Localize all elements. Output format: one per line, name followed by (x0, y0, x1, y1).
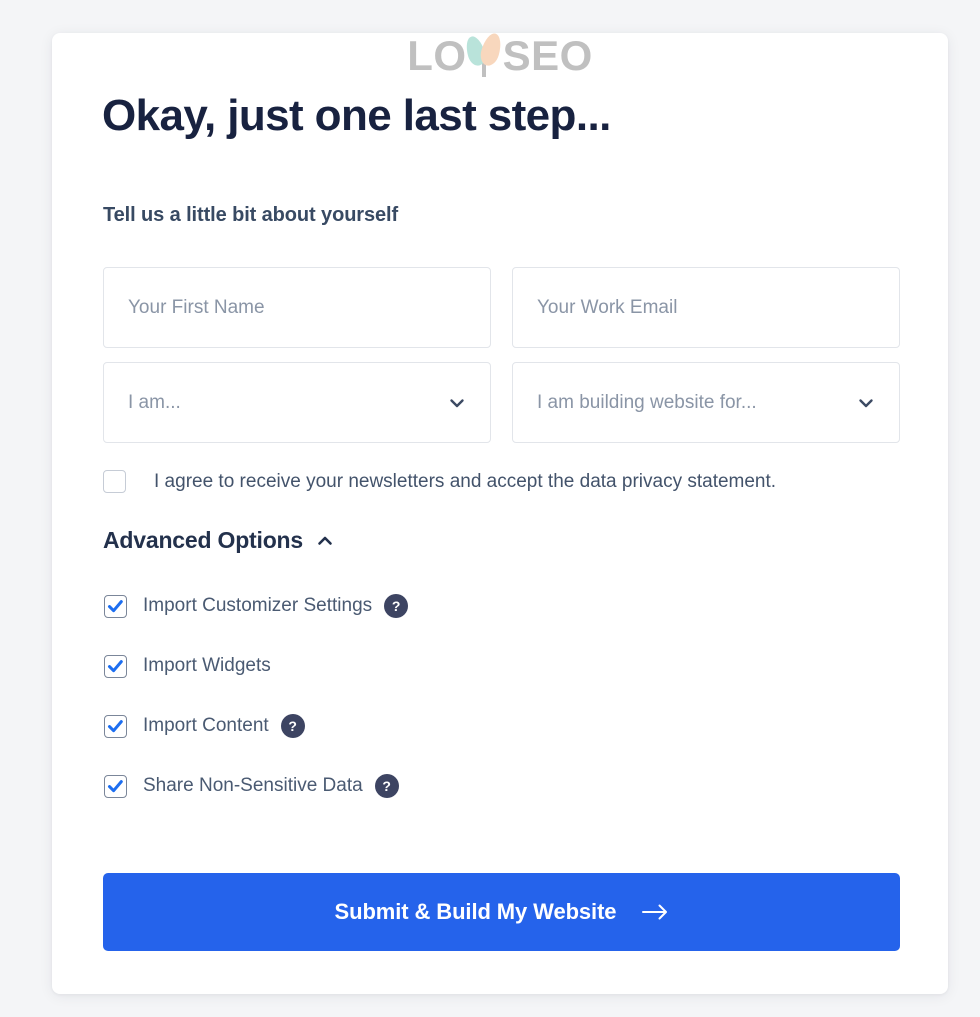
option-label: Import Content (143, 715, 269, 736)
leaf-logo-icon (462, 33, 505, 78)
option-share-non-sensitive-data[interactable]: Share Non-Sensitive Data ? (104, 773, 804, 799)
help-icon[interactable]: ? (384, 594, 409, 618)
submit-button-label: Submit & Build My Website (334, 899, 617, 924)
chevron-up-icon (318, 536, 332, 545)
chevron-down-icon (450, 398, 464, 407)
first-name-input[interactable] (128, 296, 466, 319)
newsletter-agree-row[interactable]: I agree to receive your newsletters and … (103, 470, 776, 493)
form-row-1 (103, 267, 901, 348)
advanced-options-label: Advanced Options (103, 527, 303, 553)
role-select-value: I am... (128, 391, 181, 413)
advanced-options-list: Import Customizer Settings ? Import Widg… (104, 593, 804, 833)
option-label: Import Customizer Settings (143, 595, 373, 616)
arrow-right-icon (642, 904, 668, 920)
option-import-widgets[interactable]: Import Widgets (104, 653, 804, 679)
option-import-content[interactable]: Import Content ? (104, 713, 804, 739)
logo-text-left: LO (407, 33, 467, 79)
onboarding-card: LO SEO Okay, just one last step... Tell … (52, 33, 948, 994)
newsletter-agree-checkbox[interactable] (103, 470, 126, 493)
page-root: LO SEO Okay, just one last step... Tell … (0, 0, 980, 1017)
help-icon[interactable]: ? (374, 774, 399, 798)
form-fields: I am... I am building website for... (103, 267, 901, 457)
form-row-2: I am... I am building website for... (103, 362, 901, 443)
option-label: Share Non-Sensitive Data (143, 775, 363, 796)
newsletter-agree-label: I agree to receive your newsletters and … (154, 470, 777, 492)
submit-build-website-button[interactable]: Submit & Build My Website (103, 873, 900, 951)
purpose-select-value: I am building website for... (537, 391, 757, 413)
brand-logo: LO SEO (52, 33, 948, 85)
logo-text-right: SEO (502, 33, 593, 79)
option-checkbox[interactable] (104, 594, 127, 618)
page-title: Okay, just one last step... (102, 91, 611, 140)
work-email-input[interactable] (537, 296, 875, 319)
purpose-select[interactable]: I am building website for... (512, 362, 900, 443)
option-checkbox[interactable] (104, 654, 127, 678)
chevron-down-icon (859, 398, 873, 407)
work-email-field[interactable] (512, 267, 900, 348)
option-checkbox[interactable] (104, 774, 127, 798)
help-icon[interactable]: ? (280, 714, 305, 738)
role-select[interactable]: I am... (103, 362, 491, 443)
first-name-field[interactable] (103, 267, 491, 348)
form-subtitle: Tell us a little bit about yourself (103, 204, 399, 226)
option-label: Import Widgets (143, 655, 271, 676)
option-checkbox[interactable] (104, 714, 127, 738)
advanced-options-toggle[interactable]: Advanced Options (103, 527, 334, 554)
option-import-customizer-settings[interactable]: Import Customizer Settings ? (104, 593, 804, 619)
